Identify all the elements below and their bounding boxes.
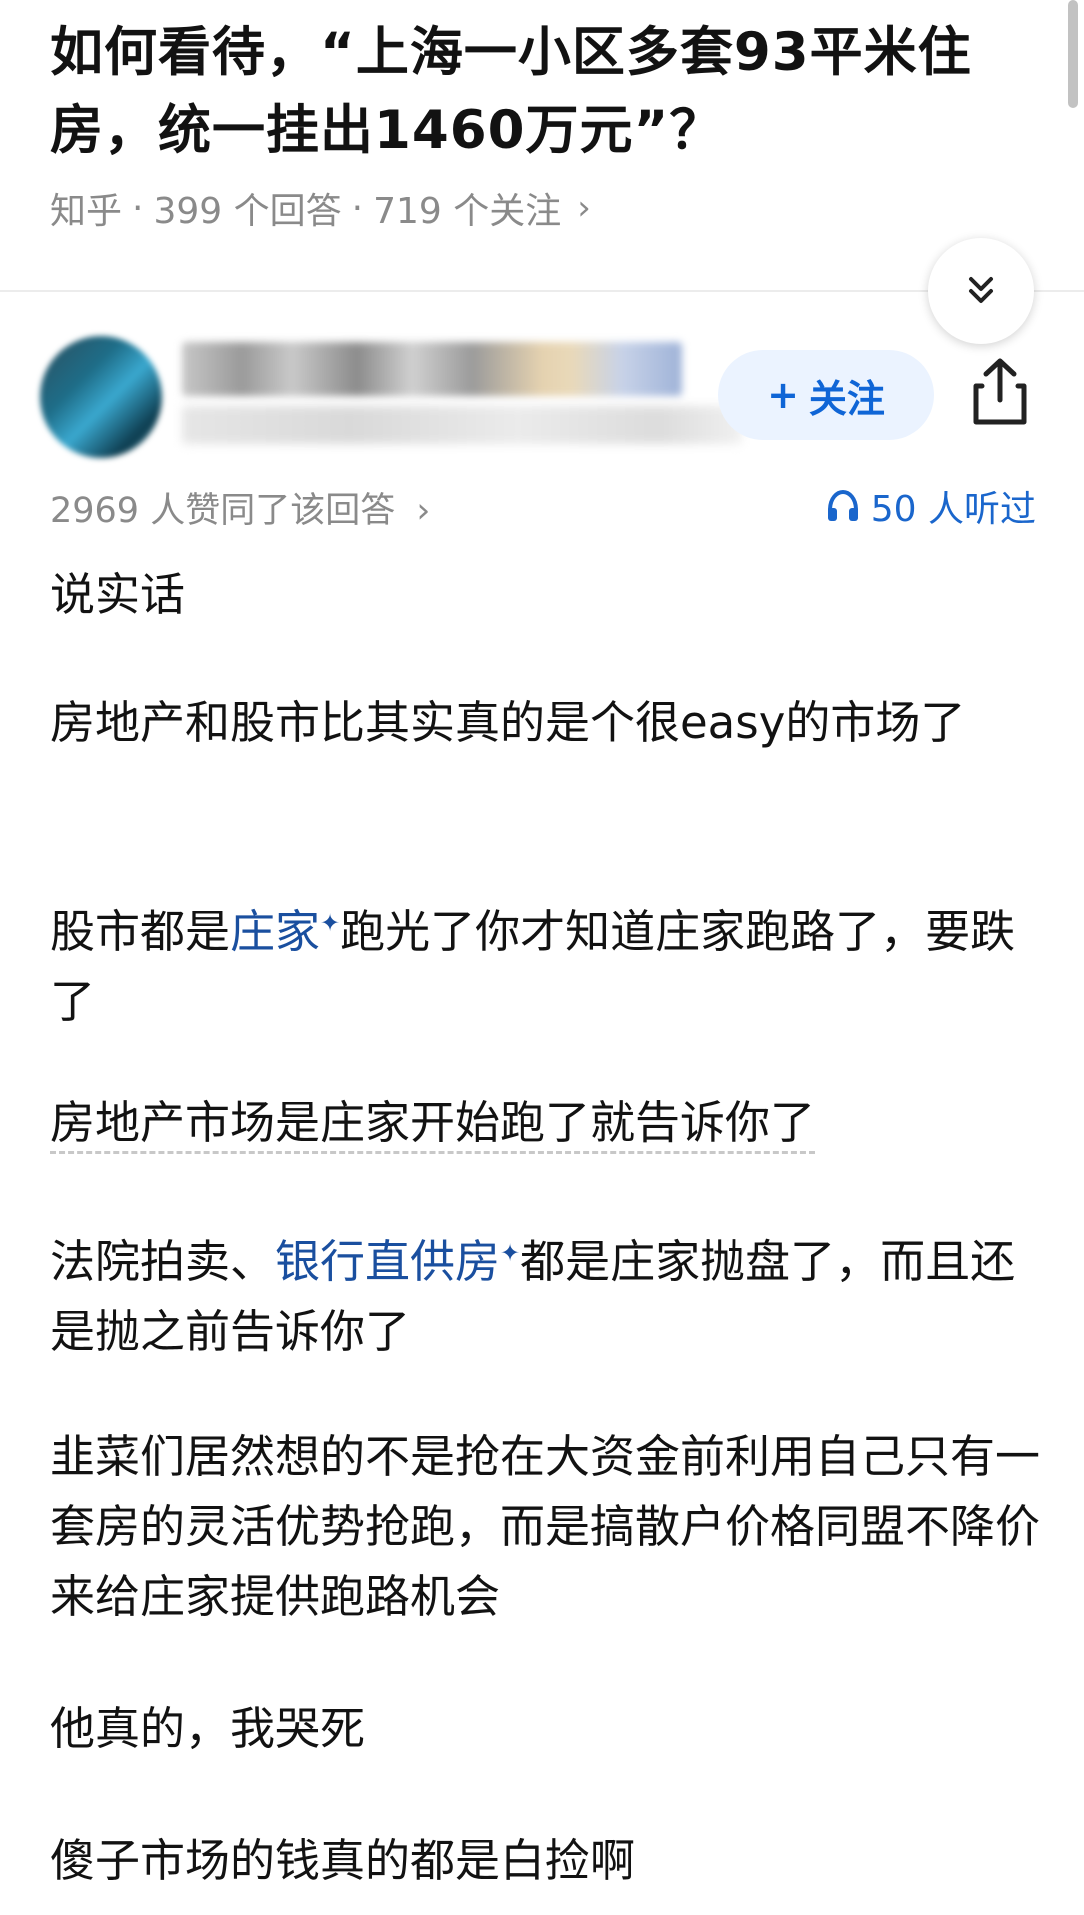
like-summary[interactable]: 2969 人赞同了该回答 ›	[50, 482, 430, 533]
author-bio-blurred	[182, 406, 742, 444]
keyword-link-text: 银行直供房	[275, 1235, 501, 1288]
question-title[interactable]: 如何看待，“上海一小区多套93平米住房，统一挂出1460万元”？	[50, 14, 1010, 170]
chevron-right-icon: ›	[416, 491, 431, 531]
section-divider	[0, 290, 1084, 292]
answer-paragraph: 傻子市场的钱真的都是白捡啊	[50, 1834, 636, 1887]
answer-paragraph: 法院拍卖、银行直供房✦都是庄家抛盘了，而且还是抛之前告诉你了	[50, 1218, 1040, 1367]
follower-count: 719 个关注	[373, 191, 562, 232]
share-icon	[973, 358, 1027, 425]
double-chevron-down-icon	[969, 277, 993, 303]
answer-paragraph: 说实话	[50, 568, 186, 621]
answer-paragraph: 韭菜们居然想的不是抢在大资金前利用自己只有一套房的灵活优势抢跑，而是搞散户价格同…	[50, 1430, 1041, 1623]
answer-count: 399 个回答	[153, 191, 342, 232]
follow-label: 关注	[808, 376, 885, 421]
collapse-button[interactable]	[928, 238, 1034, 344]
page-scrollbar[interactable]	[1068, 0, 1078, 108]
meta-separator: ·	[351, 187, 364, 229]
source-label: 知乎	[50, 191, 123, 232]
plus-icon: +	[767, 373, 799, 417]
listen-button[interactable]: 50 人听过	[825, 480, 1036, 532]
question-meta[interactable]: 知乎 · 399 个回答 · 719 个关注 ›	[50, 182, 591, 234]
keyword-link[interactable]: 银行直供房✦	[275, 1235, 520, 1288]
headphones-icon	[827, 489, 858, 521]
meta-separator: ·	[132, 187, 144, 229]
answer-paragraph: 他真的，我哭死	[50, 1702, 366, 1755]
author-avatar[interactable]	[40, 336, 162, 458]
like-count-text: 2969 人赞同了该回答	[50, 491, 396, 531]
answer-paragraph: 房地产市场是庄家开始跑了就告诉你了	[50, 1088, 1040, 1158]
chevron-right-icon: ›	[577, 188, 591, 228]
highlighted-text[interactable]: 房地产市场是庄家开始跑了就告诉你了	[50, 1096, 816, 1154]
sparkle-icon: ✦	[320, 909, 341, 937]
keyword-link-text: 庄家	[230, 905, 321, 958]
answer-paragraph: 房地产和股市比其实真的是个很easy的市场了	[50, 696, 966, 749]
paragraph-text: 股市都是	[50, 905, 231, 958]
share-button[interactable]	[968, 356, 1032, 428]
keyword-link[interactable]: 庄家✦	[230, 905, 340, 958]
sparkle-icon: ✦	[500, 1239, 521, 1267]
listen-count-text: 50 人听过	[870, 489, 1036, 530]
paragraph-text: 法院拍卖、	[50, 1235, 276, 1288]
answer-paragraph: 股市都是庄家✦跑光了你才知道庄家跑路了，要跌了	[50, 888, 1040, 1037]
follow-button[interactable]: + 关注	[718, 350, 934, 440]
author-name-blurred[interactable]	[182, 342, 682, 396]
